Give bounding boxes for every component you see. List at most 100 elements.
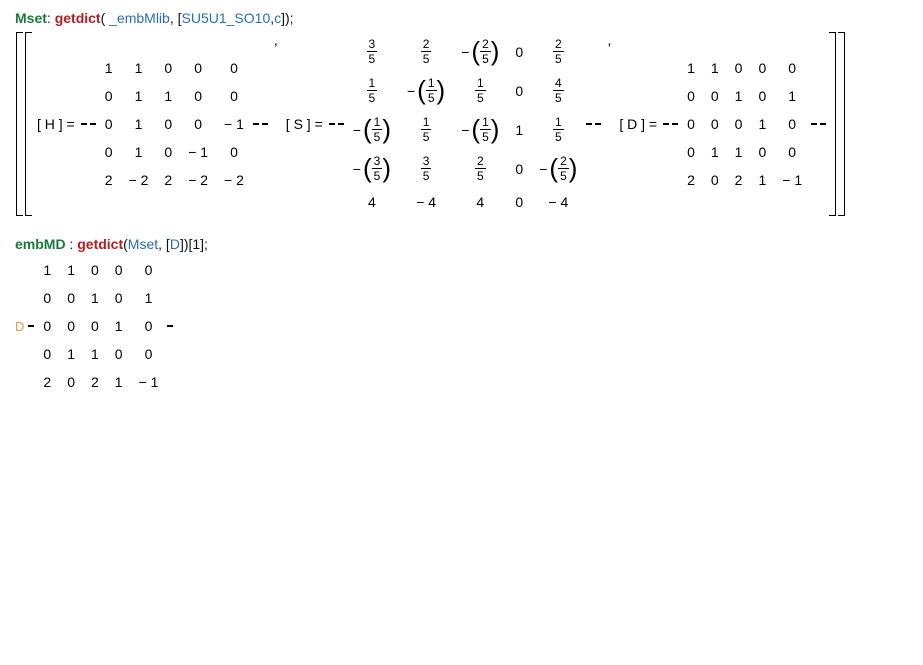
colon: : (47, 10, 55, 26)
comma-2: , (603, 32, 615, 216)
arg1-2: Mset (128, 236, 158, 252)
matrix-cell: 0 (750, 82, 774, 110)
matrix-cell: 25 (399, 32, 453, 71)
matrix-cell: 4 (453, 188, 507, 216)
matrix-cell: −(25) (453, 32, 507, 71)
sep-2: , [ (158, 236, 170, 252)
matrix-cell: 0 (107, 340, 131, 368)
matrix-cell: 0 (750, 54, 774, 82)
matrix-cell: 0 (35, 284, 59, 312)
matrix-cell: 0 (679, 110, 703, 138)
matrix-cell: 1 (97, 54, 121, 82)
matrix-cell: 0 (507, 32, 531, 71)
matrix-cell: 0 (180, 54, 216, 82)
matrix-cell: 2 (727, 166, 751, 194)
matrix-cell: 1 (679, 54, 703, 82)
arg2-2: D (170, 236, 180, 252)
matrix-cell: 15 (453, 71, 507, 110)
matrix-cell: 0 (156, 138, 180, 166)
close: ]); (281, 10, 293, 26)
matrix-cell: 0 (97, 138, 121, 166)
matrix-cell: 0 (507, 149, 531, 188)
var-name: Mset (15, 10, 47, 26)
matrix-cell: 0 (774, 54, 810, 82)
arg2: SU5U1_SO10 (182, 10, 271, 26)
close-2: ])[1]; (180, 236, 208, 252)
matrix-cell: 0 (180, 110, 216, 138)
matrix-cell: 1 (774, 82, 810, 110)
matrix-cell: 0 (97, 110, 121, 138)
outer-bracket-r1 (838, 32, 845, 216)
matrix-cell: 0 (35, 312, 59, 340)
var-name-2: embMD (15, 236, 66, 252)
matrix-cell: 45 (531, 71, 585, 110)
matrix-cell: 0 (703, 166, 727, 194)
matrix-cell: 15 (345, 71, 399, 110)
matrix-cell: 0 (59, 284, 83, 312)
matrix-cell: 15 (399, 110, 453, 149)
comma-1: , (270, 32, 282, 216)
matrix-cell: − 1 (131, 368, 167, 396)
arg1: _embMlib (109, 10, 170, 26)
matrix-M2: 110000010100010011002021− 1 (35, 256, 166, 396)
matrix-cell: 15 (531, 110, 585, 149)
segment-S: [ S ] = 3525−(25)02515−(15)15045−(15)15−… (282, 32, 604, 216)
matrix-cell: 1 (121, 138, 157, 166)
matrix-cell: 0 (679, 82, 703, 110)
matrix-cell: 1 (727, 82, 751, 110)
colon-2: : (66, 236, 78, 252)
matrix-cell: 0 (83, 312, 107, 340)
matrix-cell: 1 (59, 256, 83, 284)
matrix-cell: − 4 (531, 188, 585, 216)
fn-name-2: getdict (77, 236, 123, 252)
matrix-cell: 0 (216, 54, 252, 82)
matrix-cell: 0 (83, 256, 107, 284)
code-line-1: Mset: getdict( _embMlib, [SU5U1_SO10,c])… (15, 10, 908, 26)
output-block-1: [ H ] = 11000011000100− 1010− 102− 22− 2… (15, 32, 908, 216)
matrix-cell: 0 (216, 138, 252, 166)
matrix-cell: 1 (750, 166, 774, 194)
matrix-cell: 0 (774, 138, 810, 166)
matrix-cell: 2 (156, 166, 180, 194)
matrix-cell: 2 (679, 166, 703, 194)
output-block-2: D 110000010100010011002021− 1 (15, 256, 908, 396)
outer-bracket-r2 (829, 32, 836, 216)
matrix-cell: 0 (507, 71, 531, 110)
matrix-cell: 0 (703, 82, 727, 110)
output-label-D: D (15, 319, 26, 334)
segment-D: [ D ] = 110000010100010011002021− 1 (615, 32, 828, 216)
matrix-cell: 0 (107, 284, 131, 312)
matrix-cell: 1 (703, 138, 727, 166)
matrix-cell: −(15) (345, 110, 399, 149)
matrix-cell: −(15) (399, 71, 453, 110)
label-H: [ H ] = (33, 116, 79, 132)
matrix-cell: 35 (345, 32, 399, 71)
matrix-cell: 0 (679, 138, 703, 166)
matrix-cell: 0 (97, 82, 121, 110)
label-D: [ D ] = (615, 116, 661, 132)
matrix-D: 110000010100010011002021− 1 (679, 54, 810, 194)
matrix-S: 3525−(25)02515−(15)15045−(15)15−(15)115−… (345, 32, 586, 216)
matrix-cell: 1 (59, 340, 83, 368)
matrix-cell: 1 (121, 54, 157, 82)
matrix-cell: − 1 (180, 138, 216, 166)
matrix-cell: − 1 (774, 166, 810, 194)
matrix-cell: 0 (774, 110, 810, 138)
matrix-cell: 1 (83, 284, 107, 312)
matrix-cell: 35 (399, 149, 453, 188)
matrix-cell: 2 (35, 368, 59, 396)
matrix-cell: − 2 (121, 166, 157, 194)
matrix-cell: 1 (121, 82, 157, 110)
sep: , [ (170, 10, 182, 26)
matrix-cell: 1 (121, 110, 157, 138)
open-paren: ( (101, 10, 110, 26)
matrix-cell: 0 (750, 138, 774, 166)
outer-bracket-l2 (25, 32, 32, 216)
matrix-cell: 2 (83, 368, 107, 396)
matrix-cell: 1 (35, 256, 59, 284)
label-S: [ S ] = (282, 116, 327, 132)
matrix-cell: − 1 (216, 110, 252, 138)
matrix-cell: − 2 (180, 166, 216, 194)
matrix-cell: 1 (156, 82, 180, 110)
matrix-cell: 0 (727, 54, 751, 82)
